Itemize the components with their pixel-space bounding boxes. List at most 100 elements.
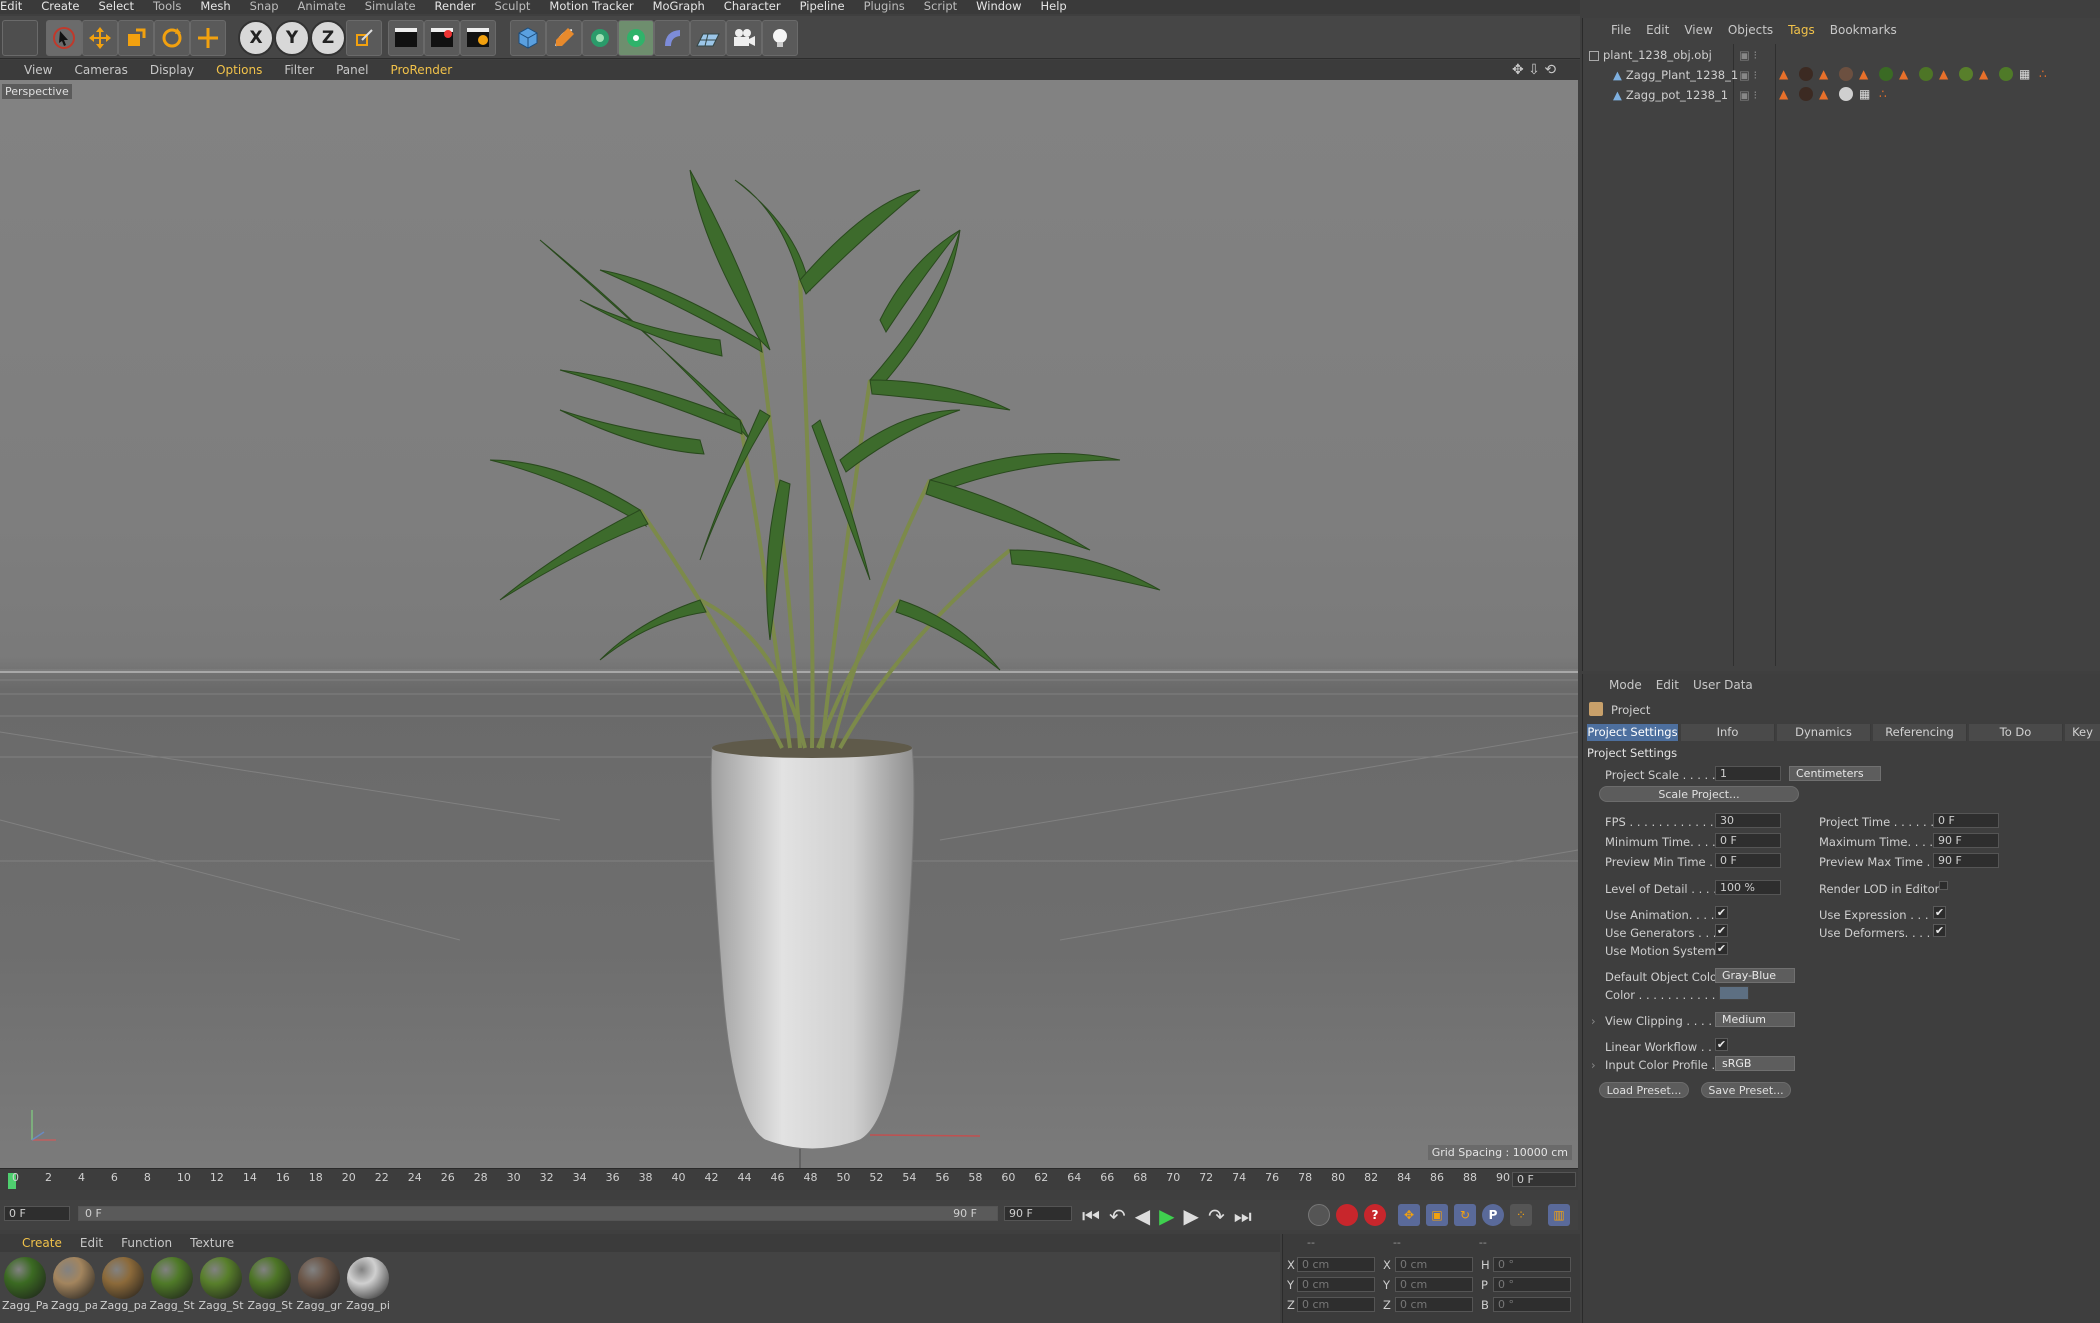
material-swatch[interactable]: Zagg_St <box>149 1257 195 1317</box>
material-tag-icon[interactable] <box>1919 66 1933 81</box>
tab-key-interpolation[interactable]: Key In <box>2065 724 2100 741</box>
viewport-menu-display[interactable]: Display <box>150 60 194 80</box>
object-visibility-toggles[interactable]: ▣ ⁝ <box>1739 88 1757 102</box>
menu-render[interactable]: Render <box>435 0 476 14</box>
material-tag-icon[interactable] <box>1799 86 1813 101</box>
object-row-plant[interactable]: ▲ Zagg_Plant_1238_1 <box>1613 68 1738 82</box>
material-swatch[interactable]: Zagg_St <box>247 1257 293 1317</box>
material-swatch[interactable]: Zagg_pi <box>345 1257 391 1317</box>
key-rotation-icon[interactable]: ↻ <box>1454 1204 1476 1226</box>
rotate-tool-icon[interactable] <box>154 20 190 56</box>
render-picture-viewer-icon[interactable] <box>424 20 460 56</box>
scale-unit-dropdown[interactable]: Centimeters <box>1789 766 1881 781</box>
next-key-icon[interactable]: ↷ <box>1208 1204 1234 1228</box>
viewport-menu-filter[interactable]: Filter <box>284 60 314 80</box>
material-menu-create[interactable]: Create <box>22 1234 62 1252</box>
menu-select[interactable]: Select <box>99 0 134 14</box>
menu-tools[interactable]: Tools <box>153 0 181 14</box>
start-frame-field[interactable]: 0 F <box>4 1206 70 1221</box>
key-scale-icon[interactable]: ▣ <box>1426 1204 1448 1226</box>
key-position-icon[interactable]: ✥ <box>1398 1204 1420 1226</box>
menu-snap[interactable]: Snap <box>250 0 279 14</box>
use-motion-system-checkbox[interactable]: ✔ <box>1715 942 1728 955</box>
menu-mesh[interactable]: Mesh <box>200 0 230 14</box>
phong-tag-icon[interactable]: ▲ <box>1779 67 1793 81</box>
current-frame-field[interactable]: 0 F <box>1512 1172 1576 1187</box>
coord-value-field[interactable]: 0 cm <box>1395 1257 1473 1272</box>
menu-animate[interactable]: Animate <box>298 0 346 14</box>
uvw-tag-icon[interactable]: ▦ <box>1859 87 1873 101</box>
viewport-perspective[interactable]: Perspective Grid Spacing : 10000 cm <box>0 80 1578 1168</box>
om-menu-tags[interactable]: Tags <box>1788 18 1815 42</box>
coord-value-field[interactable]: 0 cm <box>1297 1297 1375 1312</box>
record-active-objects-icon[interactable] <box>1336 1204 1358 1226</box>
menu-motion-tracker[interactable]: Motion Tracker <box>549 0 633 14</box>
render-settings-icon[interactable] <box>460 20 496 56</box>
view-clipping-dropdown[interactable]: Medium <box>1715 1012 1795 1027</box>
object-name[interactable]: Zagg_pot_1238_1 <box>1626 88 1728 102</box>
autokey-icon[interactable]: ? <box>1364 1204 1386 1226</box>
color-swatch[interactable] <box>1719 986 1749 1000</box>
object-row-root[interactable]: plant_1238_obj.obj <box>1589 48 1712 62</box>
phong-tag-icon[interactable]: ▲ <box>1819 87 1833 101</box>
material-swatch[interactable]: Zagg_Pa <box>2 1257 48 1317</box>
material-swatch[interactable]: Zagg_pa <box>100 1257 146 1317</box>
menu-sculpt[interactable]: Sculpt <box>495 0 531 14</box>
pot-tags[interactable]: ▲ ▲ ▦ ∴ <box>1779 86 1899 101</box>
project-scale-field[interactable]: 1 <box>1715 766 1781 781</box>
menu-create[interactable]: Create <box>41 0 79 14</box>
viewport-menu-panel[interactable]: Panel <box>336 60 368 80</box>
default-object-color-dropdown[interactable]: Gray-Blue <box>1715 968 1795 983</box>
timeline-window-icon[interactable]: ▥ <box>1548 1204 1570 1226</box>
material-tag-icon[interactable] <box>1799 66 1813 81</box>
material-tag-icon[interactable] <box>1839 66 1853 81</box>
scale-tool-icon[interactable] <box>118 20 154 56</box>
y-axis-lock-icon[interactable]: Y <box>274 20 310 56</box>
coordinate-system-icon[interactable] <box>346 20 382 56</box>
om-menu-edit[interactable]: Edit <box>1646 18 1669 42</box>
am-menu-user-data[interactable]: User Data <box>1693 678 1753 692</box>
tab-referencing[interactable]: Referencing <box>1873 724 1967 741</box>
floor-icon[interactable] <box>690 20 726 56</box>
material-tag-icon[interactable] <box>1959 66 1973 81</box>
play-icon[interactable]: ▶ <box>1159 1204 1183 1228</box>
tab-info[interactable]: Info <box>1681 724 1775 741</box>
use-deformers-checkbox[interactable]: ✔ <box>1933 924 1946 937</box>
phong-tag-icon[interactable]: ▲ <box>1819 67 1833 81</box>
material-swatch[interactable]: Zagg_St <box>198 1257 244 1317</box>
material-swatch[interactable]: Zagg_gr <box>296 1257 342 1317</box>
material-menu-function[interactable]: Function <box>121 1234 172 1252</box>
prev-key-icon[interactable]: ↶ <box>1109 1204 1135 1228</box>
menu-character[interactable]: Character <box>724 0 781 14</box>
menu-mograph[interactable]: MoGraph <box>653 0 705 14</box>
coord-value-field[interactable]: 0 cm <box>1297 1277 1375 1292</box>
om-menu-view[interactable]: View <box>1684 18 1712 42</box>
use-expression-checkbox[interactable]: ✔ <box>1933 906 1946 919</box>
undo-icon[interactable] <box>2 20 38 56</box>
material-menu-edit[interactable]: Edit <box>80 1234 103 1252</box>
preview-range-slider[interactable]: 0 F 90 F <box>78 1206 998 1221</box>
phong-tag-icon[interactable]: ▲ <box>1779 87 1793 101</box>
material-tag-icon[interactable] <box>1839 86 1853 101</box>
linear-workflow-checkbox[interactable]: ✔ <box>1715 1038 1728 1051</box>
goto-start-icon[interactable]: ⏮ <box>1082 1204 1109 1228</box>
phong-tag-icon[interactable]: ▲ <box>1979 67 1993 81</box>
light-icon[interactable] <box>762 20 798 56</box>
maximum-time-field[interactable]: 90 F <box>1933 833 1999 848</box>
material-menu-texture[interactable]: Texture <box>190 1234 234 1252</box>
object-visibility-toggles[interactable]: ▣ ⁝ <box>1739 48 1757 62</box>
load-preset-button[interactable]: Load Preset... <box>1599 1082 1689 1098</box>
menu-edit[interactable]: Edit <box>0 0 22 14</box>
goto-end-icon[interactable]: ⏭ <box>1234 1204 1261 1228</box>
viewport-menu-cameras[interactable]: Cameras <box>74 60 127 80</box>
phong-tag-icon[interactable]: ▲ <box>1939 67 1953 81</box>
last-tool-icon[interactable] <box>190 20 226 56</box>
material-tag-icon[interactable] <box>1999 66 2013 81</box>
subdivision-surface-icon[interactable] <box>582 20 618 56</box>
minimum-time-field[interactable]: 0 F <box>1715 833 1781 848</box>
object-name[interactable]: plant_1238_obj.obj <box>1603 48 1712 62</box>
uvw-tag-icon[interactable]: ▦ <box>2019 67 2033 81</box>
use-generators-checkbox[interactable]: ✔ <box>1715 924 1728 937</box>
om-menu-objects[interactable]: Objects <box>1728 18 1773 42</box>
select-cursor-icon[interactable] <box>46 20 82 56</box>
